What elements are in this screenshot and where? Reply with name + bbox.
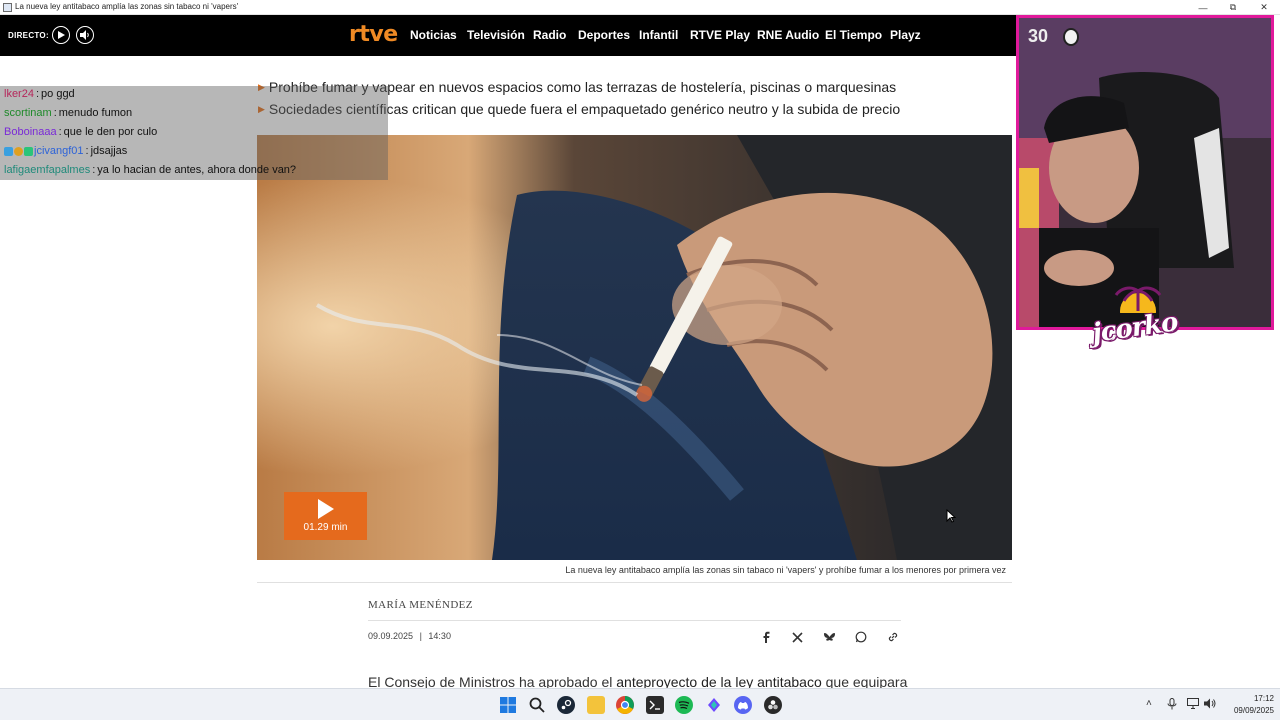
chat-separator: :: [35, 88, 40, 100]
volume-icon[interactable]: [1204, 698, 1216, 712]
minimize-icon[interactable]: —: [1188, 0, 1218, 15]
app-icon: [3, 3, 12, 12]
chrome-icon[interactable]: [616, 696, 634, 714]
windows-taskbar: ˄ 17:12 09/09/2025: [0, 688, 1280, 720]
chat-message: Boboinaaa : que le den por culo: [4, 123, 157, 141]
file-explorer-icon[interactable]: [587, 696, 605, 714]
viewer-count: 30: [1028, 26, 1049, 46]
video-duration: 01.29 min: [303, 522, 348, 533]
chat-message: lker24 : po ggd: [4, 85, 75, 103]
chat-username: jcivangf01: [34, 145, 84, 157]
time-value: 14:30: [428, 631, 451, 641]
network-icon[interactable]: [1187, 698, 1199, 712]
chat-message: lafigaemfapalmes : ya lo hacian de antes…: [4, 161, 296, 179]
palm-tree-icon: [1114, 286, 1162, 313]
chat-username: Boboinaaa: [4, 126, 57, 138]
window-title: La nueva ley antitabaco amplía las zonas…: [15, 2, 239, 11]
nav-item-deportes[interactable]: Deportes: [578, 28, 630, 42]
steam-icon[interactable]: [557, 696, 575, 714]
date-value: 09.09.2025: [368, 631, 414, 641]
chat-separator: :: [58, 126, 62, 138]
speaker-icon: [80, 30, 89, 40]
nav-item-el-tiempo[interactable]: El Tiempo: [825, 28, 882, 42]
date-separator: |: [419, 631, 422, 641]
chat-separator: :: [92, 164, 96, 176]
rtve-logo[interactable]: rtve: [349, 22, 398, 47]
mouse-cursor-icon: [946, 509, 956, 523]
window-titlebar: La nueva ley antitabaco amplía las zonas…: [0, 0, 1280, 15]
nav-item-television[interactable]: Televisión: [467, 28, 525, 42]
chat-text: po ggd: [41, 88, 75, 100]
windows-start-icon[interactable]: [499, 696, 517, 714]
publish-date: 09.09.2025 | 14:30: [368, 631, 451, 641]
play-icon: [317, 499, 334, 519]
bluesky-icon[interactable]: [822, 630, 836, 644]
divider: [257, 582, 1012, 583]
nav-item-noticias[interactable]: Noticias: [410, 28, 457, 42]
chat-text: ya lo hacian de antes, ahora donde van?: [97, 164, 297, 176]
nav-item-playz[interactable]: Playz: [890, 28, 921, 42]
close-icon[interactable]: ✕: [1249, 0, 1279, 15]
live-audio-button[interactable]: [76, 26, 94, 44]
chat-badge-icon: [4, 146, 13, 156]
chat-separator: :: [85, 145, 89, 157]
nav-item-radio[interactable]: Radio: [533, 28, 566, 42]
clock-date: 09/09/2025: [1233, 706, 1274, 715]
clock-time: 17:12: [1253, 694, 1274, 703]
proton-vpn-icon[interactable]: [705, 696, 723, 714]
nav-item-infantil[interactable]: Infantil: [639, 28, 678, 42]
tray-overflow-chevron-icon[interactable]: ˄: [1146, 698, 1152, 709]
play-icon: [58, 31, 65, 39]
chat-username: lker24: [4, 88, 34, 100]
directo-label: DIRECTO:: [8, 31, 49, 40]
discord-icon[interactable]: [734, 696, 752, 714]
whatsapp-icon[interactable]: [854, 630, 868, 644]
microphone-icon[interactable]: [1167, 698, 1177, 713]
facebook-icon[interactable]: [759, 630, 773, 644]
chat-message: jcivangf01 : jdsajjas: [4, 142, 127, 160]
chat-username: scortinam: [4, 107, 52, 119]
divider: [368, 620, 901, 621]
live-play-button[interactable]: [52, 26, 70, 44]
taskbar-clock[interactable]: 17:12 09/09/2025: [1222, 693, 1274, 717]
spotify-icon[interactable]: [675, 696, 693, 714]
chat-badge-icon: [14, 146, 23, 156]
chat-text: menudo fumon: [58, 107, 133, 119]
skull-icon: [1063, 28, 1079, 46]
cigarette-photo: [257, 135, 1012, 560]
chat-separator: :: [53, 107, 57, 119]
link-icon[interactable]: [886, 630, 900, 644]
obs-icon[interactable]: [764, 696, 782, 714]
image-caption: La nueva ley antitabaco amplía las zonas…: [565, 565, 1006, 575]
terminal-icon[interactable]: [646, 696, 664, 714]
restore-icon[interactable]: ⧉: [1218, 0, 1248, 15]
chat-badge-icon: [24, 146, 33, 156]
site-navbar: DIRECTO: rtve Noticias Televisión Radio …: [0, 15, 1016, 56]
x-icon[interactable]: [790, 630, 804, 644]
streamer-webcam-feed: [1019, 18, 1271, 327]
chat-text: que le den por culo: [63, 126, 158, 138]
chat-message: scortinam : menudo fumon: [4, 104, 132, 122]
article-video[interactable]: [257, 135, 1012, 560]
video-play-button[interactable]: 01.29 min: [284, 492, 367, 540]
chat-text: jdsajjas: [90, 145, 128, 157]
nav-item-rne-audio[interactable]: RNE Audio: [757, 28, 819, 42]
search-icon[interactable]: [528, 696, 546, 714]
screen: La nueva ley antitabaco amplía las zonas…: [0, 0, 1280, 720]
nav-item-rtve-play[interactable]: RTVE Play: [690, 28, 750, 42]
author-name[interactable]: MARÍA MENÉNDEZ: [368, 599, 473, 611]
chat-username: lafigaemfapalmes: [4, 164, 91, 176]
